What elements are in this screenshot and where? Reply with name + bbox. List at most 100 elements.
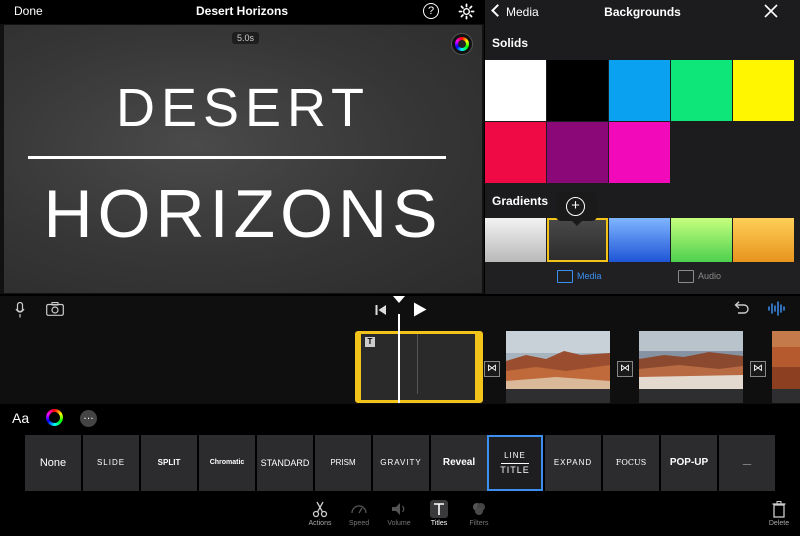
tool-titles-label: Titles bbox=[430, 520, 448, 527]
video-clip-desert-1[interactable] bbox=[506, 331, 610, 389]
tool-filters-label: Filters bbox=[469, 520, 489, 527]
transition-icon[interactable]: ⋈ bbox=[750, 361, 766, 377]
solid-swatch-red[interactable] bbox=[485, 122, 546, 183]
undo-icon[interactable] bbox=[732, 301, 749, 316]
help-icon[interactable]: ? bbox=[423, 3, 439, 19]
title-style-reveal[interactable]: Reveal bbox=[431, 435, 487, 491]
tool-filters[interactable]: Filters bbox=[461, 500, 497, 527]
top-bar: Done Desert Horizons ? bbox=[0, 0, 484, 24]
video-track: T ⋈ ⋈ ⋈ bbox=[0, 331, 800, 403]
title-style-split[interactable]: SPLIT bbox=[141, 435, 197, 491]
video-clip-desert-3[interactable] bbox=[772, 331, 800, 389]
media-tab-bar: Media Audio bbox=[485, 262, 800, 294]
browser-header: Media Backgrounds bbox=[485, 0, 800, 24]
solid-swatch-black[interactable] bbox=[547, 60, 608, 121]
tool-speed-label: Speed bbox=[348, 520, 370, 527]
clip-thumbnail-desert-3 bbox=[772, 331, 800, 389]
clip-audio-strip bbox=[506, 389, 610, 403]
gradient-swatch-amber[interactable] bbox=[733, 218, 794, 262]
title-style-gravity[interactable]: GRAVITY bbox=[373, 435, 429, 491]
tool-delete[interactable]: Delete bbox=[761, 500, 797, 527]
tab-audio[interactable]: Audio bbox=[678, 270, 721, 283]
color-wheel-icon[interactable] bbox=[451, 33, 473, 55]
camera-icon[interactable] bbox=[46, 302, 64, 316]
title-clip-selected[interactable]: T bbox=[355, 331, 483, 403]
solid-swatch-purple[interactable] bbox=[547, 122, 608, 183]
gradient-swatch-lime[interactable] bbox=[671, 218, 732, 262]
playhead[interactable] bbox=[398, 314, 400, 403]
tool-actions-label: Actions bbox=[308, 520, 332, 527]
title-style-chromatic[interactable]: Chromatic bbox=[199, 435, 255, 491]
style-label-divider bbox=[501, 463, 529, 464]
transition-icon[interactable]: ⋈ bbox=[484, 361, 500, 377]
solid-swatch-blue[interactable] bbox=[609, 60, 670, 121]
bottom-toolbar: Actions Speed Volume Titles Filters Dele… bbox=[0, 494, 800, 536]
transition-icon[interactable]: ⋈ bbox=[617, 361, 633, 377]
clip-thumbnail-desert-2 bbox=[639, 331, 743, 389]
tool-delete-label: Delete bbox=[768, 520, 790, 527]
tab-media-label: Media bbox=[577, 270, 602, 281]
scissors-icon bbox=[312, 501, 328, 518]
clip-audio-strip bbox=[639, 389, 743, 403]
trash-icon bbox=[772, 501, 786, 518]
film-icon bbox=[557, 270, 573, 283]
title-style-standard[interactable]: STANDARD bbox=[257, 435, 313, 491]
title-style-focus[interactable]: FOCUS bbox=[603, 435, 659, 491]
title-style-slide[interactable]: SLIDE bbox=[83, 435, 139, 491]
title-style-none[interactable]: None bbox=[25, 435, 81, 491]
solid-swatch-white[interactable] bbox=[485, 60, 546, 121]
close-icon[interactable] bbox=[763, 3, 779, 19]
title-style-expand[interactable]: EXPAND bbox=[545, 435, 601, 491]
playhead-handle[interactable] bbox=[393, 296, 405, 303]
solid-swatch-magenta[interactable] bbox=[609, 122, 670, 183]
style-label-line1: LINE bbox=[504, 451, 526, 460]
tool-volume[interactable]: Volume bbox=[381, 500, 417, 527]
title-style-pop-up[interactable]: POP-UP bbox=[661, 435, 717, 491]
title-styles-row: None SLIDE SPLIT Chromatic STANDARD PRIS… bbox=[0, 435, 800, 491]
speaker-icon bbox=[392, 503, 405, 515]
more-options-icon[interactable]: … bbox=[80, 410, 97, 427]
title-text-line1[interactable]: DESERT bbox=[4, 77, 482, 139]
timeline: T ⋈ ⋈ ⋈ bbox=[0, 296, 800, 404]
clip-thumbnail-desert-1 bbox=[506, 331, 610, 389]
tool-speed[interactable]: Speed bbox=[341, 500, 377, 527]
solids-grid bbox=[485, 60, 800, 184]
title-style-prism[interactable]: PRISM bbox=[315, 435, 371, 491]
play-icon[interactable] bbox=[413, 302, 427, 317]
gradients-row bbox=[485, 218, 800, 262]
preview-pane: Done Desert Horizons ? 5.0s DESERT HORIZ… bbox=[0, 0, 484, 294]
gradient-swatch-blue[interactable] bbox=[609, 218, 670, 262]
font-button[interactable]: Aa bbox=[12, 410, 29, 426]
title-style-next[interactable]: ___ bbox=[719, 435, 775, 491]
filters-icon bbox=[473, 503, 485, 515]
title-style-line-title-selected[interactable]: LINE TITLE bbox=[487, 435, 543, 491]
solids-section-label: Solids bbox=[492, 36, 529, 50]
title-style-toolbar: Aa … bbox=[0, 404, 800, 432]
video-preview[interactable]: 5.0s DESERT HORIZONS bbox=[4, 25, 482, 293]
title-divider bbox=[28, 156, 446, 159]
gradient-swatch-silver[interactable] bbox=[485, 218, 546, 262]
duration-badge: 5.0s bbox=[232, 32, 260, 44]
gear-icon[interactable] bbox=[458, 3, 475, 20]
add-background-popover: + bbox=[556, 192, 597, 226]
microphone-icon[interactable] bbox=[15, 302, 25, 318]
tab-audio-label: Audio bbox=[698, 270, 722, 281]
video-clip-desert-2[interactable] bbox=[639, 331, 743, 389]
clip-audio-strip bbox=[772, 389, 800, 403]
gradients-section-label: Gradients bbox=[492, 194, 549, 208]
speedometer-icon bbox=[351, 505, 367, 514]
text-t-icon bbox=[430, 500, 448, 518]
backgrounds-browser: Media Backgrounds Solids Gradients Media… bbox=[485, 0, 800, 294]
tool-actions[interactable]: Actions bbox=[302, 500, 338, 527]
solid-swatch-yellow[interactable] bbox=[733, 60, 794, 121]
add-icon[interactable]: + bbox=[566, 197, 585, 216]
audio-waveform-icon[interactable] bbox=[768, 301, 786, 316]
solid-swatch-green[interactable] bbox=[671, 60, 732, 121]
tab-media[interactable]: Media bbox=[557, 270, 602, 283]
tool-titles-selected[interactable]: Titles bbox=[421, 500, 457, 527]
project-title: Desert Horizons bbox=[195, 4, 289, 18]
text-color-icon[interactable] bbox=[46, 409, 63, 426]
skip-to-start-icon[interactable] bbox=[375, 304, 387, 316]
title-text-line2[interactable]: HORIZONS bbox=[4, 175, 482, 253]
clip-frame-divider bbox=[417, 334, 418, 394]
